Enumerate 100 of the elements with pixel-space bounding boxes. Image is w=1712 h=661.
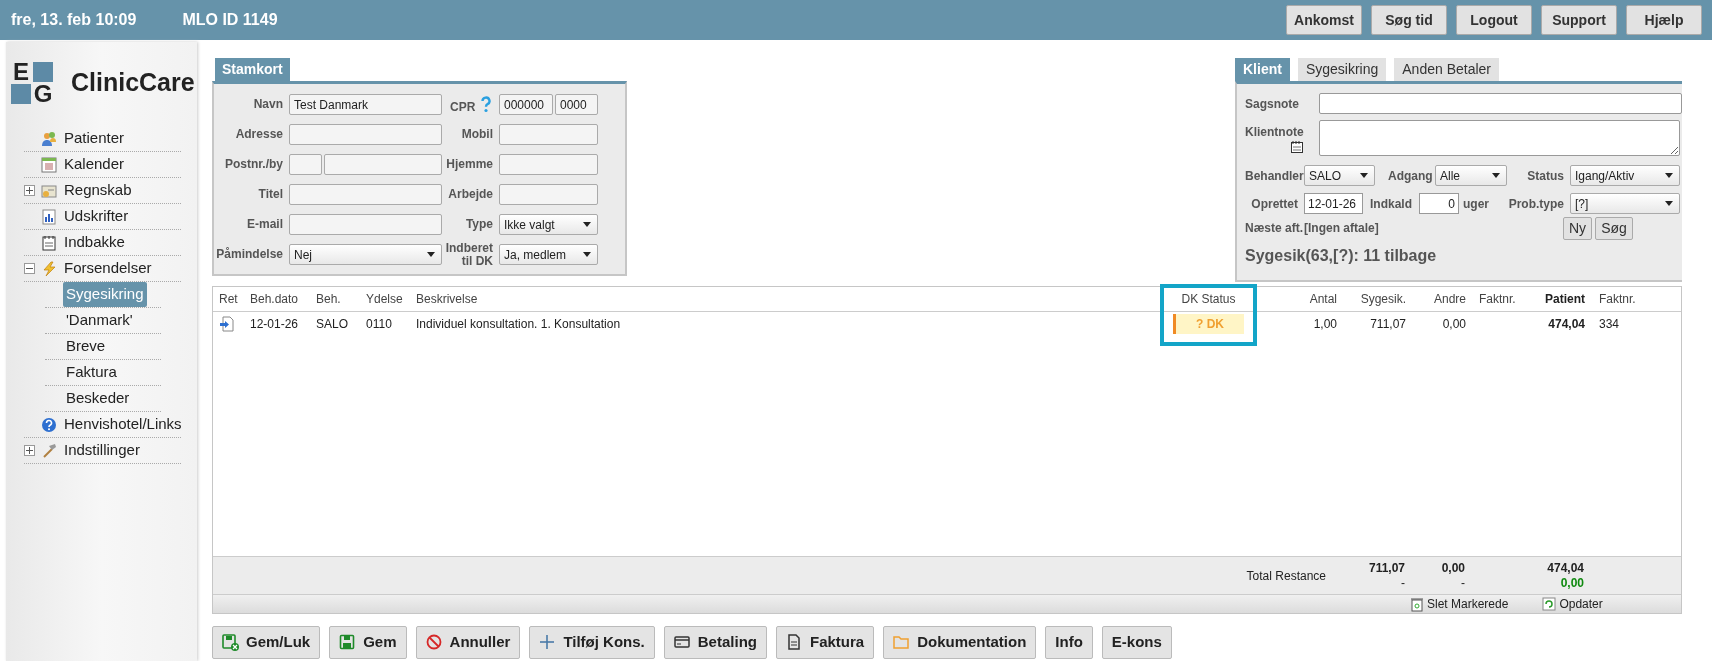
header-button[interactable]: Logout xyxy=(1456,5,1532,35)
tab[interactable]: Anden Betaler xyxy=(1394,58,1499,81)
menu-item[interactable]: Kalender xyxy=(62,153,127,176)
action-button[interactable]: Dokumentation xyxy=(883,626,1037,659)
text-field[interactable] xyxy=(324,154,442,175)
action-button[interactable]: Faktura xyxy=(775,626,875,659)
field-label: Påmindelse xyxy=(215,248,284,261)
dropdown[interactable]: [?] xyxy=(1570,193,1680,214)
date-field[interactable]: 12-01-26 xyxy=(1304,193,1363,214)
total-value: - xyxy=(1401,575,1405,591)
tab[interactable]: Sygesikring xyxy=(1297,58,1387,81)
submenu-item[interactable]: Beskeder xyxy=(63,386,133,411)
dropdown[interactable]: Ikke valgt xyxy=(499,214,598,235)
submenu-item[interactable]: Faktura xyxy=(63,360,120,385)
action-button[interactable]: Gem xyxy=(329,626,407,659)
dropdown[interactable]: SALO xyxy=(1304,165,1375,186)
total-value: 474,04 xyxy=(1547,560,1584,576)
lightning-icon xyxy=(41,260,57,277)
column-header[interactable]: Ydelse xyxy=(362,287,412,312)
dropdown[interactable]: Igang/Aktiv xyxy=(1570,165,1680,186)
action-button[interactable]: Info xyxy=(1045,626,1093,659)
header-button[interactable]: Ankomst xyxy=(1286,5,1362,35)
caret-icon xyxy=(583,222,591,227)
menu-item[interactable]: Patienter xyxy=(62,127,127,150)
caret-icon xyxy=(1360,173,1368,178)
column-header[interactable]: Faktnr. xyxy=(1470,287,1519,312)
total-value: 0,00 xyxy=(1441,560,1465,576)
action-button[interactable]: Tilføj Kons. xyxy=(529,626,655,659)
menu-item[interactable]: Regnskab xyxy=(62,179,134,202)
collapse-toggle[interactable] xyxy=(24,263,35,274)
calendar-icon xyxy=(41,156,57,173)
field-label: Indberet til DK xyxy=(444,241,494,268)
text-field[interactable] xyxy=(499,124,598,145)
text-field[interactable]: 0000 xyxy=(555,94,598,115)
table-cell-text: 0,00 xyxy=(1441,316,1467,333)
dropdown[interactable]: Nej xyxy=(289,244,442,265)
column-header[interactable]: Andre xyxy=(1410,287,1470,312)
header-button[interactable]: Hjælp xyxy=(1626,5,1702,35)
caret-icon xyxy=(583,252,591,257)
menu-item[interactable]: Indstillinger xyxy=(62,439,142,462)
text-field[interactable] xyxy=(289,124,442,145)
folder-icon xyxy=(893,634,911,651)
toolbar-button[interactable]: Slet Markerede xyxy=(1410,595,1509,613)
people-icon xyxy=(41,130,57,147)
text-field[interactable] xyxy=(289,154,322,175)
header-button[interactable]: Søg tid xyxy=(1371,5,1447,35)
field-label: uger xyxy=(1463,195,1489,213)
table-cell-text: 0110 xyxy=(365,316,393,333)
table-cell-text: Individuel konsultation. 1. Konsultation xyxy=(415,316,622,333)
column-header[interactable]: Patient xyxy=(1519,287,1589,312)
totals-label: Total Restance xyxy=(1245,567,1327,585)
submenu-item[interactable]: Breve xyxy=(63,334,109,359)
table-cell-text: 1,00 xyxy=(1312,316,1338,333)
card-icon xyxy=(673,634,691,651)
column-header[interactable]: Sygesik. xyxy=(1341,287,1410,312)
column-header[interactable]: Antal xyxy=(1257,287,1341,312)
menu-item[interactable]: Forsendelser xyxy=(62,257,154,280)
text-area[interactable] xyxy=(1319,120,1680,156)
number-field[interactable]: 0 xyxy=(1419,193,1459,214)
field-label: Mobil xyxy=(460,128,494,141)
expand-toggle[interactable] xyxy=(24,445,35,456)
column-header[interactable]: Beskrivelse xyxy=(412,287,1160,312)
column-header[interactable]: Ret xyxy=(213,287,246,312)
column-header[interactable]: Faktnr. xyxy=(1589,287,1681,312)
field-label: Type xyxy=(464,218,494,231)
action-button[interactable]: Gem/Luk xyxy=(212,626,321,659)
bar-chart-icon xyxy=(41,208,57,225)
field-label: Behandler xyxy=(1245,167,1304,185)
column-header[interactable]: DK Status xyxy=(1160,287,1257,312)
text-field[interactable] xyxy=(499,154,598,175)
action-button[interactable]: Annuller xyxy=(415,626,521,659)
form-button[interactable]: Søg xyxy=(1595,216,1633,240)
status-badge: ? DK xyxy=(1173,314,1244,334)
text-field[interactable] xyxy=(499,184,598,205)
plus-icon xyxy=(26,447,33,454)
text-field[interactable] xyxy=(1319,93,1682,114)
submenu-item[interactable]: 'Danmark' xyxy=(63,308,136,333)
dropdown[interactable]: Ja, medlem xyxy=(499,244,598,265)
header-button[interactable]: Support xyxy=(1541,5,1617,35)
field-label: Adgang xyxy=(1388,167,1434,185)
dropdown[interactable]: Alle xyxy=(1435,165,1507,186)
ledger-icon xyxy=(41,182,57,199)
mlo-id: MLO ID 1149 xyxy=(182,10,278,30)
total-value: - xyxy=(1461,575,1465,591)
action-button[interactable]: E-kons xyxy=(1101,626,1172,659)
column-header[interactable]: Beh.dato xyxy=(246,287,312,312)
text-field[interactable] xyxy=(289,184,442,205)
document-arrow-icon xyxy=(219,316,235,332)
save-close-icon xyxy=(222,634,239,651)
text-field[interactable]: Test Danmark xyxy=(289,94,442,115)
action-button[interactable]: Betaling xyxy=(663,626,767,659)
expand-toggle[interactable] xyxy=(24,185,35,196)
text-field[interactable]: 000000 xyxy=(499,94,553,115)
menu-item[interactable]: Henvishotel/Links xyxy=(62,413,184,436)
menu-item[interactable]: Indbakke xyxy=(62,231,127,254)
text-field[interactable] xyxy=(289,214,442,235)
toolbar-button[interactable]: Opdater xyxy=(1542,595,1603,613)
column-header[interactable]: Beh. xyxy=(312,287,362,312)
form-button[interactable]: Ny xyxy=(1563,216,1593,240)
menu-item[interactable]: Udskrifter xyxy=(62,205,131,228)
